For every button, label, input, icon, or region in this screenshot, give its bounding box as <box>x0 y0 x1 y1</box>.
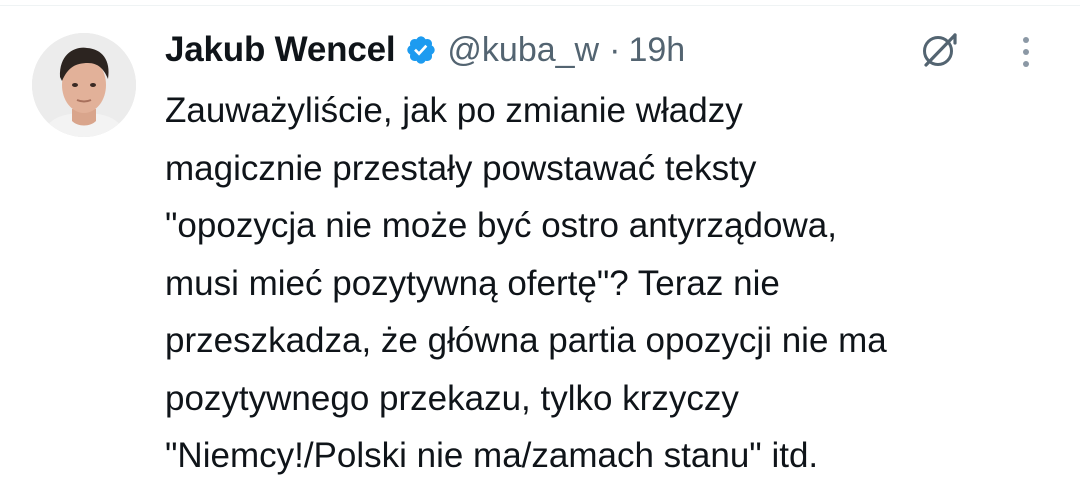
author-handle[interactable]: @kuba_w <box>447 31 599 70</box>
tweet-line: magicznie przestały powstawać teksty <box>165 148 757 188</box>
tweet-line: pozytywnego przekazu, tylko krzyczy <box>165 378 739 418</box>
tweet-line: przeszkadza, że główna partia opozycji n… <box>165 321 887 360</box>
tweet-line: "opozycja nie może być ostro antyrządowa… <box>165 206 837 245</box>
top-divider <box>0 5 1080 6</box>
verified-badge-icon <box>405 34 437 66</box>
tweet-header: Jakub Wencel @kuba_w · 19h <box>165 26 685 74</box>
tweet-line: Zauważyliście, jak po zmianie władzy <box>165 91 743 130</box>
tweet-line: "Niemcy!/Polski nie ma/zamach stanu" itd… <box>165 436 819 475</box>
separator-dot: · <box>609 30 621 69</box>
more-options-icon[interactable] <box>1016 35 1036 71</box>
avatar-photo <box>32 33 136 137</box>
tweet-line: musi mieć pozytywną ofertę"? Teraz nie <box>165 263 780 303</box>
tweet-timestamp[interactable]: 19h <box>628 31 685 70</box>
grok-icon[interactable] <box>918 29 960 71</box>
avatar[interactable] <box>32 33 136 137</box>
tweet-text: Zauważyliście, jak po zmianie władzy mag… <box>165 82 1065 485</box>
author-name[interactable]: Jakub Wencel <box>165 30 396 70</box>
